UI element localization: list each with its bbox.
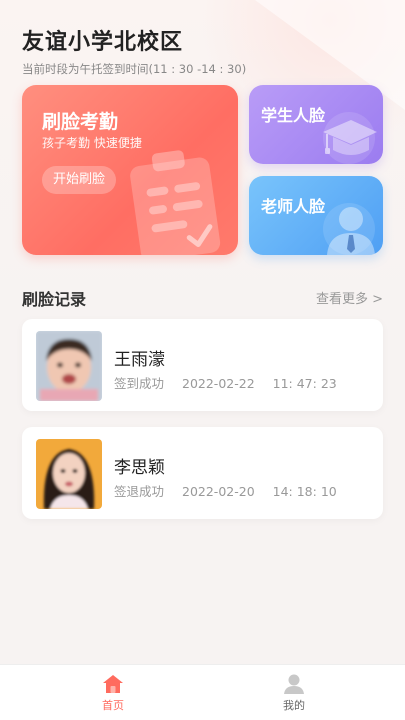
bottom-nav: 首页 我的 xyxy=(0,664,405,720)
record-name: 王雨濛 xyxy=(114,350,165,370)
avatar xyxy=(36,331,102,401)
attendance-card[interactable]: 刷脸考勤 孩子考勤 快速便捷 开始刷脸 xyxy=(22,85,238,255)
user-icon xyxy=(284,674,304,694)
records-title: 刷脸记录 xyxy=(22,290,87,309)
graduation-cap-icon xyxy=(323,112,377,164)
record-meta: 签到成功 2022-02-22 11: 47: 23 xyxy=(114,373,337,392)
nav-home[interactable]: 首页 xyxy=(73,673,153,713)
nav-mine[interactable]: 我的 xyxy=(254,673,334,713)
record-name: 李思颖 xyxy=(114,458,165,478)
header: 友谊小学北校区 当前时段为午托签到时间(11 : 30 -14 : 30) xyxy=(22,24,246,77)
record-time: 14: 18: 10 xyxy=(272,484,337,499)
record-meta: 签退成功 2022-02-20 14: 18: 10 xyxy=(114,481,337,500)
school-name: 友谊小学北校区 xyxy=(22,30,184,55)
time-hint: 当前时段为午托签到时间(11 : 30 -14 : 30) xyxy=(22,62,247,76)
record-status: 签退成功 xyxy=(114,484,165,499)
teacher-icon xyxy=(323,203,375,255)
view-more-link[interactable]: 查看更多 > xyxy=(316,288,383,307)
nav-mine-label: 我的 xyxy=(283,699,305,712)
record-date: 2022-02-20 xyxy=(182,484,255,499)
record-date: 2022-02-22 xyxy=(182,376,255,391)
record-status: 签到成功 xyxy=(114,376,165,391)
teacher-face-card[interactable]: 老师人脸 xyxy=(249,176,383,255)
record-item[interactable]: 王雨濛 签到成功 2022-02-22 11: 47: 23 xyxy=(22,319,383,411)
attendance-card-title: 刷脸考勤 xyxy=(42,111,119,133)
avatar xyxy=(36,439,102,509)
student-face-card[interactable]: 学生人脸 xyxy=(249,85,383,164)
nav-home-label: 首页 xyxy=(102,699,124,712)
home-icon xyxy=(103,675,123,693)
record-time: 11: 47: 23 xyxy=(272,376,337,391)
start-face-scan-button[interactable]: 开始刷脸 xyxy=(42,166,117,194)
clipboard-icon xyxy=(130,150,221,255)
record-item[interactable]: 李思颖 签退成功 2022-02-20 14: 18: 10 xyxy=(22,427,383,519)
records-header: 刷脸记录 查看更多 > xyxy=(22,286,383,310)
